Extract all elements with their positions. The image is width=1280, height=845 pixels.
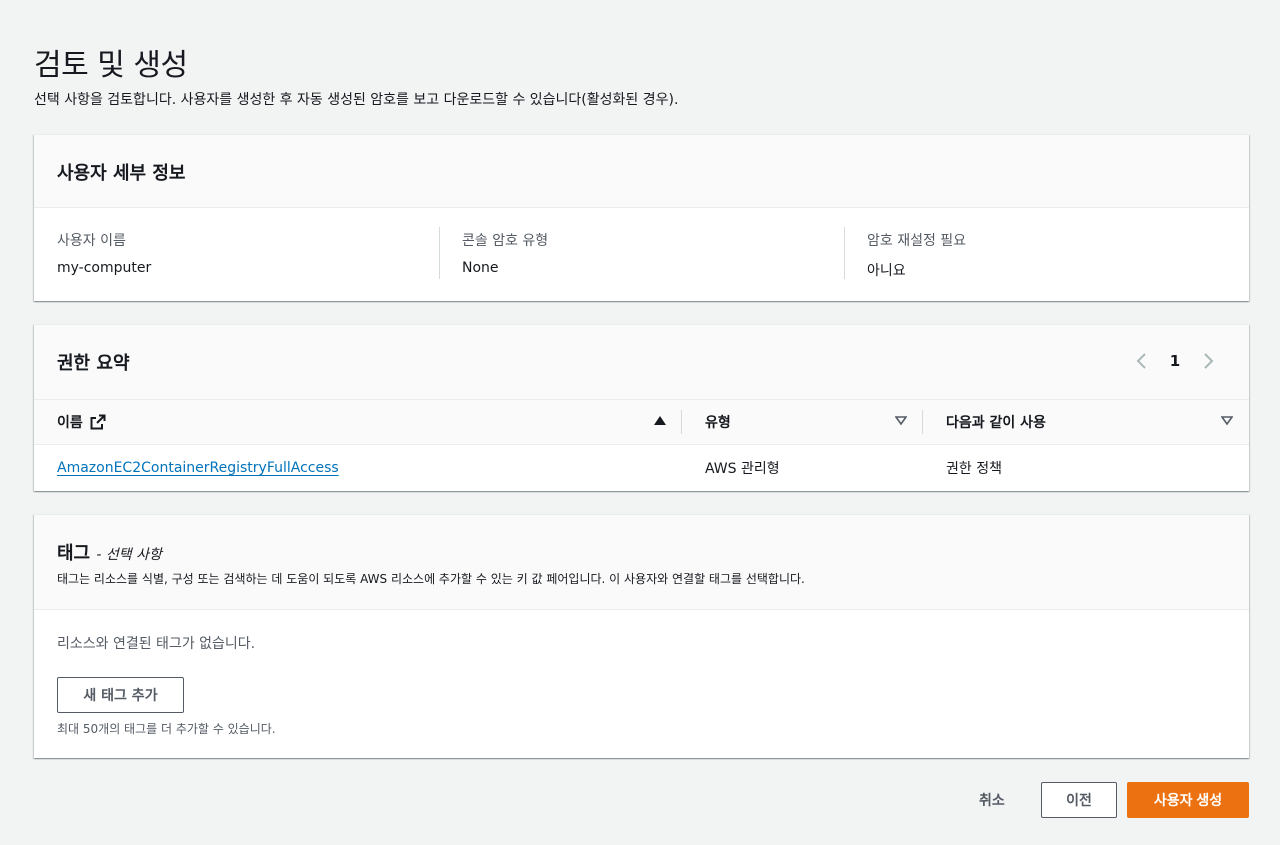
column-label: 다음과 같이 사용	[946, 415, 1046, 431]
sort-icon[interactable]	[894, 415, 908, 429]
field-value: 아니요	[867, 263, 906, 279]
field-password-reset-required: 암호 재설정 필요 아니요	[844, 227, 1249, 281]
current-page[interactable]: 1	[1165, 352, 1185, 370]
column-header-name[interactable]: 이름	[34, 400, 682, 444]
optional-label: - 선택 사항	[96, 547, 162, 563]
column-header-type[interactable]: 유형	[682, 400, 923, 444]
sort-ascending-icon[interactable]	[654, 415, 666, 429]
permissions-title: 권한 요약	[57, 353, 130, 374]
chevron-left-icon[interactable]	[1131, 349, 1151, 373]
user-details-panel: 사용자 세부 정보 사용자 이름 my-computer 콘솔 암호 유형 No…	[34, 134, 1249, 301]
tags-description: 태그는 리소스를 식별, 구성 또는 검색하는 데 도움이 되도록 AWS 리소…	[57, 572, 805, 586]
field-username: 사용자 이름 my-computer	[34, 227, 439, 281]
permissions-summary-panel: 권한 요약 1 이름 유형 다음과 같이 사용 AmazonEC2Contain…	[34, 324, 1249, 491]
permissions-header: 권한 요약 1	[34, 325, 1249, 399]
policy-type: AWS 관리형	[705, 461, 780, 477]
policy-link[interactable]: AmazonEC2ContainerRegistryFullAccess	[57, 460, 339, 476]
field-console-password-type: 콘솔 암호 유형 None	[439, 227, 844, 281]
sort-icon[interactable]	[1220, 415, 1234, 429]
column-label: 이름	[57, 415, 83, 431]
chevron-right-icon[interactable]	[1199, 349, 1219, 373]
user-details-title: 사용자 세부 정보	[57, 163, 186, 184]
field-label: 콘솔 암호 유형	[462, 233, 549, 249]
field-value: my-computer	[57, 260, 152, 276]
tag-limit-note: 최대 50개의 태그를 더 추가할 수 있습니다.	[57, 722, 276, 736]
page-description: 선택 사항을 검토합니다. 사용자를 생성한 후 자동 생성된 암호를 보고 다…	[34, 92, 679, 108]
cancel-button[interactable]: 취소	[979, 790, 1005, 810]
table-header: 이름 유형 다음과 같이 사용	[34, 399, 1249, 445]
add-tag-button[interactable]: 새 태그 추가	[57, 677, 184, 713]
tags-header: 태그 - 선택 사항 태그는 리소스를 식별, 구성 또는 검색하는 데 도움이…	[34, 515, 1249, 610]
empty-tags-text: 리소스와 연결된 태그가 없습니다.	[57, 636, 256, 652]
column-label: 유형	[705, 415, 731, 431]
tags-title-text: 태그	[57, 543, 91, 564]
field-value: None	[462, 260, 499, 276]
field-label: 사용자 이름	[57, 233, 126, 249]
create-user-button[interactable]: 사용자 생성	[1127, 782, 1249, 818]
previous-button[interactable]: 이전	[1041, 782, 1117, 818]
policy-used-as: 권한 정책	[946, 461, 1002, 477]
tags-title: 태그 - 선택 사항	[57, 539, 162, 565]
field-label: 암호 재설정 필요	[867, 233, 967, 249]
pagination: 1	[1131, 349, 1219, 373]
user-details-header: 사용자 세부 정보	[34, 135, 1249, 208]
table-row: AmazonEC2ContainerRegistryFullAccess AWS…	[34, 445, 1249, 491]
tags-panel: 태그 - 선택 사항 태그는 리소스를 식별, 구성 또는 검색하는 데 도움이…	[34, 514, 1249, 758]
page-title: 검토 및 생성	[34, 48, 188, 83]
external-link-icon	[90, 414, 106, 430]
column-header-used-as[interactable]: 다음과 같이 사용	[923, 400, 1249, 444]
